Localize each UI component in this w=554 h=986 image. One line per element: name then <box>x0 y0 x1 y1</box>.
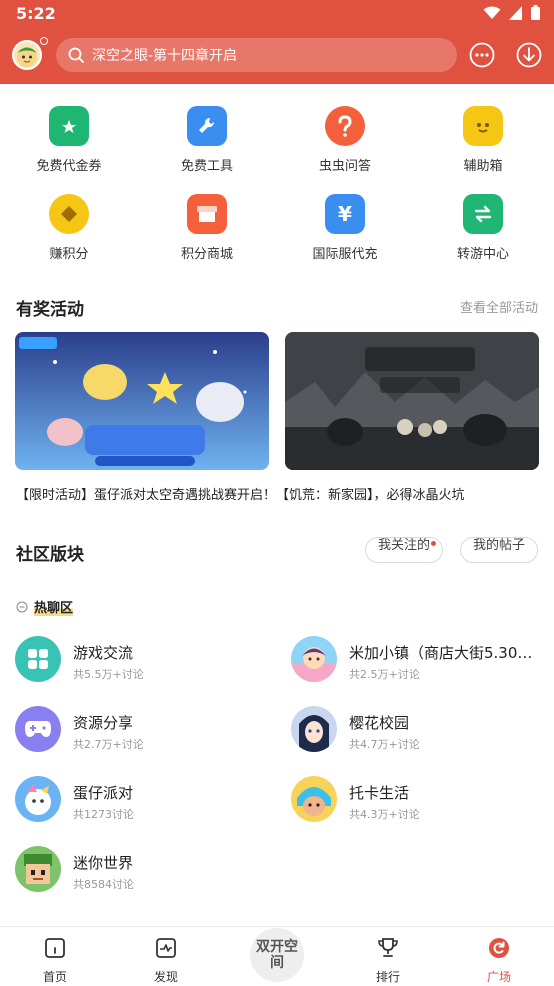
activities-title: 有奖活动 <box>16 300 84 320</box>
grid-item-free-coupon[interactable]: 免费代金券 <box>0 106 138 174</box>
grid-item-earn-points[interactable]: 赚积分 <box>0 194 138 262</box>
grid-label: 转游中心 <box>456 247 509 262</box>
search-bar[interactable]: 深空之眼-第十四章开启 <box>56 38 457 72</box>
nav-rank[interactable]: 排行 <box>333 927 443 986</box>
forum-meta: 共2.7万+讨论 <box>73 738 144 751</box>
forum-toca-life[interactable]: 托卡生活 共4.3万+讨论 <box>291 776 551 826</box>
forum-meta: 共2.5万+讨论 <box>349 668 420 681</box>
forum-mini-world[interactable]: 迷你世界 共8584讨论 <box>15 846 275 896</box>
forum-meta: 共8584讨论 <box>73 878 134 891</box>
discover-icon <box>156 938 176 958</box>
forum-name: 游戏交流 <box>73 644 134 662</box>
miga-town-icon <box>291 636 337 682</box>
activity-banner-space[interactable] <box>15 332 269 470</box>
status-icons <box>483 5 540 20</box>
following-new-dot <box>431 541 436 546</box>
grid-label: 辅助箱 <box>463 159 503 174</box>
forum-name: 托卡生活 <box>349 784 410 802</box>
hot-section-header[interactable]: 热聊区 <box>16 597 74 616</box>
robot-icon <box>463 106 503 146</box>
forum-meta: 共4.3万+讨论 <box>349 808 420 821</box>
status-time: 5:22 <box>16 4 56 23</box>
forum-sakura-school[interactable]: 樱花校园 共4.7万+讨论 <box>291 706 551 756</box>
grid-label: 免费代金券 <box>36 159 102 174</box>
wifi-icon <box>483 6 501 19</box>
grid-item-points-mall[interactable]: 积分商城 <box>138 194 276 262</box>
forum-name: 蛋仔派对 <box>73 784 134 802</box>
activity-banner-dont-starve[interactable] <box>285 332 539 470</box>
sakura-school-icon <box>291 706 337 752</box>
nav-label: 排行 <box>375 970 400 984</box>
trophy-icon <box>378 938 398 957</box>
coupon-icon <box>49 106 89 146</box>
community-title: 社区版块 <box>16 545 84 565</box>
nav-label: 首页 <box>42 970 67 984</box>
user-avatar[interactable] <box>12 40 42 70</box>
yen-icon: ¥ <box>325 194 365 234</box>
toolbox-icon <box>187 106 227 146</box>
search-placeholder: 深空之眼-第十四章开启 <box>92 48 238 64</box>
forum-name: 迷你世界 <box>73 854 134 872</box>
question-icon <box>325 106 365 146</box>
grid-item-intl-topup[interactable]: ¥ 国际服代充 <box>276 194 414 262</box>
dual-space-button[interactable]: 双开空间 <box>250 928 304 982</box>
notification-dot <box>40 37 48 45</box>
forum-name: 米加小镇（商店大街5.30… <box>349 644 533 662</box>
activity-description: 【限时活动】蛋仔派对太空奇遇挑战赛开启！【饥荒：新家园】，必得冰晶火坑 <box>16 488 465 503</box>
signal-icon <box>509 5 522 20</box>
gamepad-icon <box>15 706 61 752</box>
forum-resource-share[interactable]: 资源分享 共2.7万+讨论 <box>15 706 275 756</box>
grid-item-helper-box[interactable]: 辅助箱 <box>414 106 552 174</box>
toca-life-icon <box>291 776 337 822</box>
eggy-party-icon <box>15 776 61 822</box>
forum-eggy-party[interactable]: 蛋仔派对 共1273讨论 <box>15 776 275 826</box>
collapse-icon <box>16 601 28 612</box>
grid-label: 国际服代充 <box>312 247 378 262</box>
forum-game-chat[interactable]: 游戏交流 共5.5万+讨论 <box>15 636 275 686</box>
plaza-icon <box>489 938 509 958</box>
view-all-activities-link[interactable]: 查看全部活动 <box>460 297 538 316</box>
grid-item-qa[interactable]: 虫虫问答 <box>276 106 414 174</box>
forum-name: 樱花校园 <box>349 714 410 732</box>
coin-icon <box>49 194 89 234</box>
forum-meta: 共1273讨论 <box>73 808 134 821</box>
home-icon <box>45 938 65 958</box>
hot-section-label: 热聊区 <box>34 597 74 616</box>
apps-grid-icon <box>15 636 61 682</box>
nav-discover[interactable]: 发现 <box>111 927 221 986</box>
dont-starve-banner-image <box>285 332 539 470</box>
shop-icon <box>187 194 227 234</box>
my-posts-button[interactable]: 我的帖子 <box>460 537 538 563</box>
nav-label: 发现 <box>153 970 178 984</box>
nav-label-active: 广场 <box>486 970 511 984</box>
grid-item-transfer-center[interactable]: 转游中心 <box>414 194 552 262</box>
forum-meta: 共4.7万+讨论 <box>349 738 420 751</box>
forum-miga-town[interactable]: 米加小镇（商店大街5.30… 共2.5万+讨论 <box>291 636 551 686</box>
forum-name: 资源分享 <box>73 714 134 732</box>
grid-label: 虫虫问答 <box>318 159 371 174</box>
forum-meta: 共5.5万+讨论 <box>73 668 144 681</box>
grid-item-free-tools[interactable]: 免费工具 <box>138 106 276 174</box>
avatar-face-icon <box>17 47 37 67</box>
grid-label: 赚积分 <box>49 247 89 262</box>
nav-plaza[interactable]: 广场 <box>444 927 554 986</box>
download-icon[interactable] <box>515 41 543 69</box>
transfer-icon <box>463 194 503 234</box>
mini-world-icon <box>15 846 61 892</box>
search-icon <box>68 47 84 63</box>
battery-icon <box>531 5 540 20</box>
nav-home[interactable]: 首页 <box>0 927 110 986</box>
message-icon[interactable] <box>468 41 496 69</box>
space-adventure-banner-image <box>15 332 269 470</box>
grid-label: 免费工具 <box>180 159 233 174</box>
top-bar: 5:22 深空之眼-第十四章开启 <box>0 0 554 84</box>
grid-label: 积分商城 <box>180 247 233 262</box>
